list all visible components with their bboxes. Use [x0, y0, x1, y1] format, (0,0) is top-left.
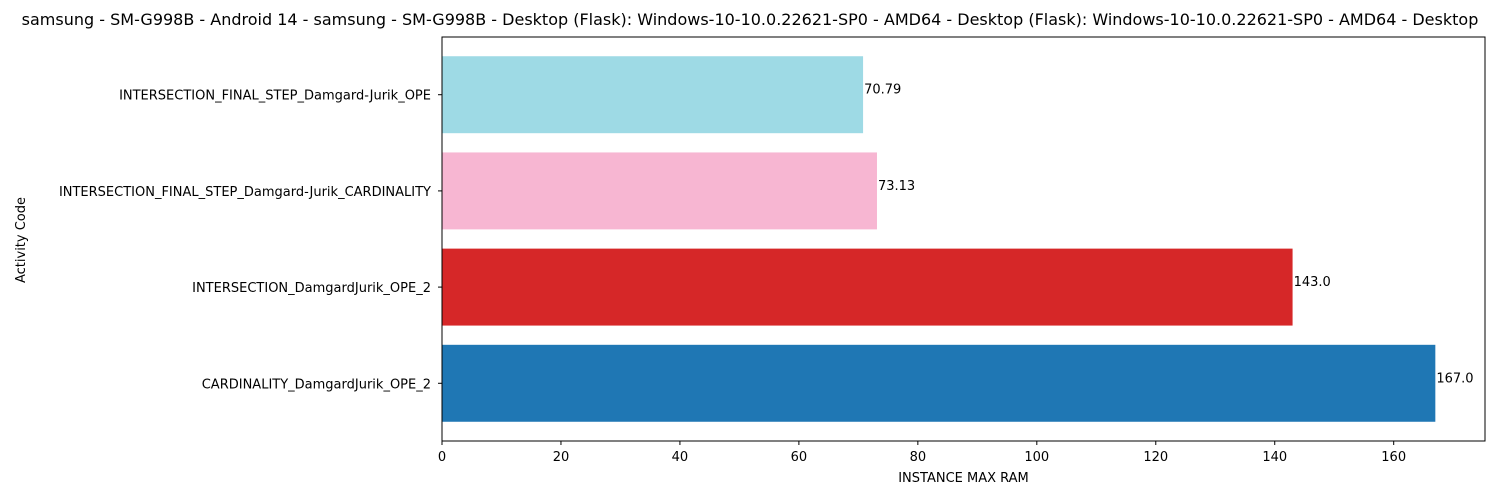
bars-layer: [442, 56, 1436, 422]
x-tick-label-0: 0: [438, 450, 446, 465]
y-axis-ticks: CARDINALITY_DamgardJurik_OPE_2 INTERSECTI…: [59, 89, 442, 392]
bar-value-label-0: 167.0: [1436, 371, 1473, 386]
y-tick-label-3: INTERSECTION_FINAL_STEP_Damgard-Jurik_OP…: [119, 89, 431, 104]
y-axis-label: Activity Code: [14, 197, 29, 283]
value-labels-layer: 167.0 143.0 73.13 70.79: [864, 83, 1473, 387]
bar-3: [442, 56, 864, 134]
bar-value-label-3: 70.79: [864, 83, 901, 98]
x-tick-label-4: 80: [910, 450, 927, 465]
x-tick-label-3: 60: [791, 450, 808, 465]
x-tick-label-8: 160: [1381, 450, 1406, 465]
x-tick-label-7: 140: [1262, 450, 1287, 465]
bar-value-label-1: 143.0: [1294, 275, 1331, 290]
x-tick-label-1: 20: [553, 450, 570, 465]
x-tick-label-6: 120: [1143, 450, 1168, 465]
bar-value-label-2: 73.13: [878, 179, 915, 194]
x-axis-label: INSTANCE MAX RAM: [898, 471, 1029, 486]
chart-title: samsung - SM-G998B - Android 14 - samsun…: [22, 10, 1479, 29]
bar-0: [442, 344, 1436, 422]
x-axis-ticks: 0 20 40 60 80 100 120 140 160: [438, 441, 1406, 465]
y-tick-label-1: INTERSECTION_DamgardJurik_OPE_2: [192, 281, 431, 296]
x-tick-label-5: 100: [1024, 450, 1049, 465]
bar-2: [442, 152, 877, 230]
bar-1: [442, 248, 1293, 326]
bar-chart: samsung - SM-G998B - Android 14 - samsun…: [14, 10, 1486, 486]
y-tick-label-2: INTERSECTION_FINAL_STEP_Damgard-Jurik_CA…: [59, 185, 431, 200]
chart-container: samsung - SM-G998B - Android 14 - samsun…: [0, 0, 1500, 500]
y-tick-label-0: CARDINALITY_DamgardJurik_OPE_2: [202, 377, 431, 392]
x-tick-label-2: 40: [672, 450, 689, 465]
